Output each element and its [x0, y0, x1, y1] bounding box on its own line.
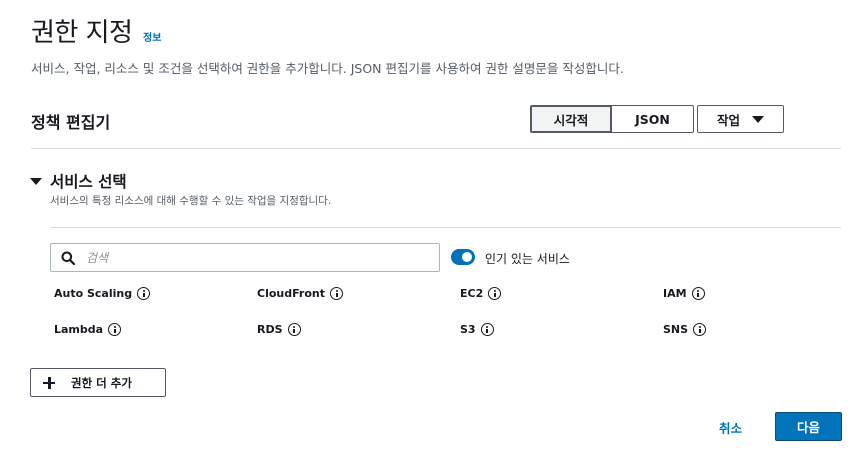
- triangle-down-icon: [30, 177, 42, 185]
- divider: [50, 227, 841, 228]
- service-name: RDS: [257, 323, 283, 336]
- service-select-title: 서비스 선택: [50, 173, 127, 191]
- service-s3[interactable]: S3: [460, 323, 494, 336]
- info-icon[interactable]: [108, 323, 122, 336]
- info-icon[interactable]: [691, 287, 705, 300]
- service-name: S3: [460, 323, 476, 336]
- add-more-permissions-button[interactable]: 권한 더 추가: [30, 368, 166, 397]
- service-sns[interactable]: SNS: [663, 323, 707, 336]
- service-name: Lambda: [54, 323, 104, 336]
- service-ec2[interactable]: EC2: [460, 287, 502, 300]
- service-name: SNS: [663, 323, 689, 336]
- info-link[interactable]: 정보: [143, 29, 161, 44]
- tab-json[interactable]: JSON: [612, 105, 694, 133]
- service-name: IAM: [663, 287, 687, 300]
- next-button[interactable]: 다음: [775, 412, 842, 441]
- add-more-label: 권한 더 추가: [71, 375, 132, 390]
- info-icon[interactable]: [693, 323, 707, 336]
- search-input[interactable]: [84, 249, 418, 266]
- tab-visual[interactable]: 시각적: [530, 105, 612, 133]
- info-icon[interactable]: [330, 287, 343, 300]
- plus-icon: [43, 376, 55, 389]
- info-icon[interactable]: [287, 323, 301, 336]
- info-icon[interactable]: [480, 323, 494, 336]
- search-icon: [61, 251, 75, 265]
- editor-mode-toggle: 시각적 JSON: [530, 105, 694, 133]
- service-cloudfront[interactable]: CloudFront: [257, 287, 343, 300]
- service-name: EC2: [460, 287, 484, 300]
- service-iam[interactable]: IAM: [663, 287, 705, 300]
- service-lambda[interactable]: Lambda: [54, 323, 122, 336]
- actions-label: 작업: [716, 112, 740, 128]
- caret-down-icon: [752, 115, 764, 123]
- policy-editor-title: 정책 편집기: [31, 113, 111, 132]
- cancel-button[interactable]: 취소: [719, 418, 742, 437]
- service-name: CloudFront: [257, 287, 325, 300]
- actions-dropdown-button[interactable]: 작업: [697, 105, 784, 133]
- service-auto-scaling[interactable]: Auto Scaling: [54, 287, 151, 300]
- service-rds[interactable]: RDS: [257, 323, 301, 336]
- info-icon[interactable]: [137, 287, 151, 300]
- page-title: 권한 지정: [31, 18, 133, 48]
- service-search-field[interactable]: [50, 243, 440, 272]
- toggle-knob: [462, 252, 472, 262]
- service-select-description: 서비스의 특정 리소스에 대해 수행할 수 있는 작업을 지정합니다.: [50, 195, 332, 207]
- service-name: Auto Scaling: [54, 287, 133, 300]
- info-icon[interactable]: [488, 287, 502, 300]
- page-description: 서비스, 작업, 리소스 및 조건을 선택하여 권한을 추가합니다. JSON …: [31, 61, 624, 76]
- popular-services-label: 인기 있는 서비스: [485, 252, 570, 266]
- divider: [31, 148, 841, 149]
- popular-services-toggle[interactable]: [451, 249, 475, 265]
- service-select-expander[interactable]: 서비스 선택: [30, 170, 127, 192]
